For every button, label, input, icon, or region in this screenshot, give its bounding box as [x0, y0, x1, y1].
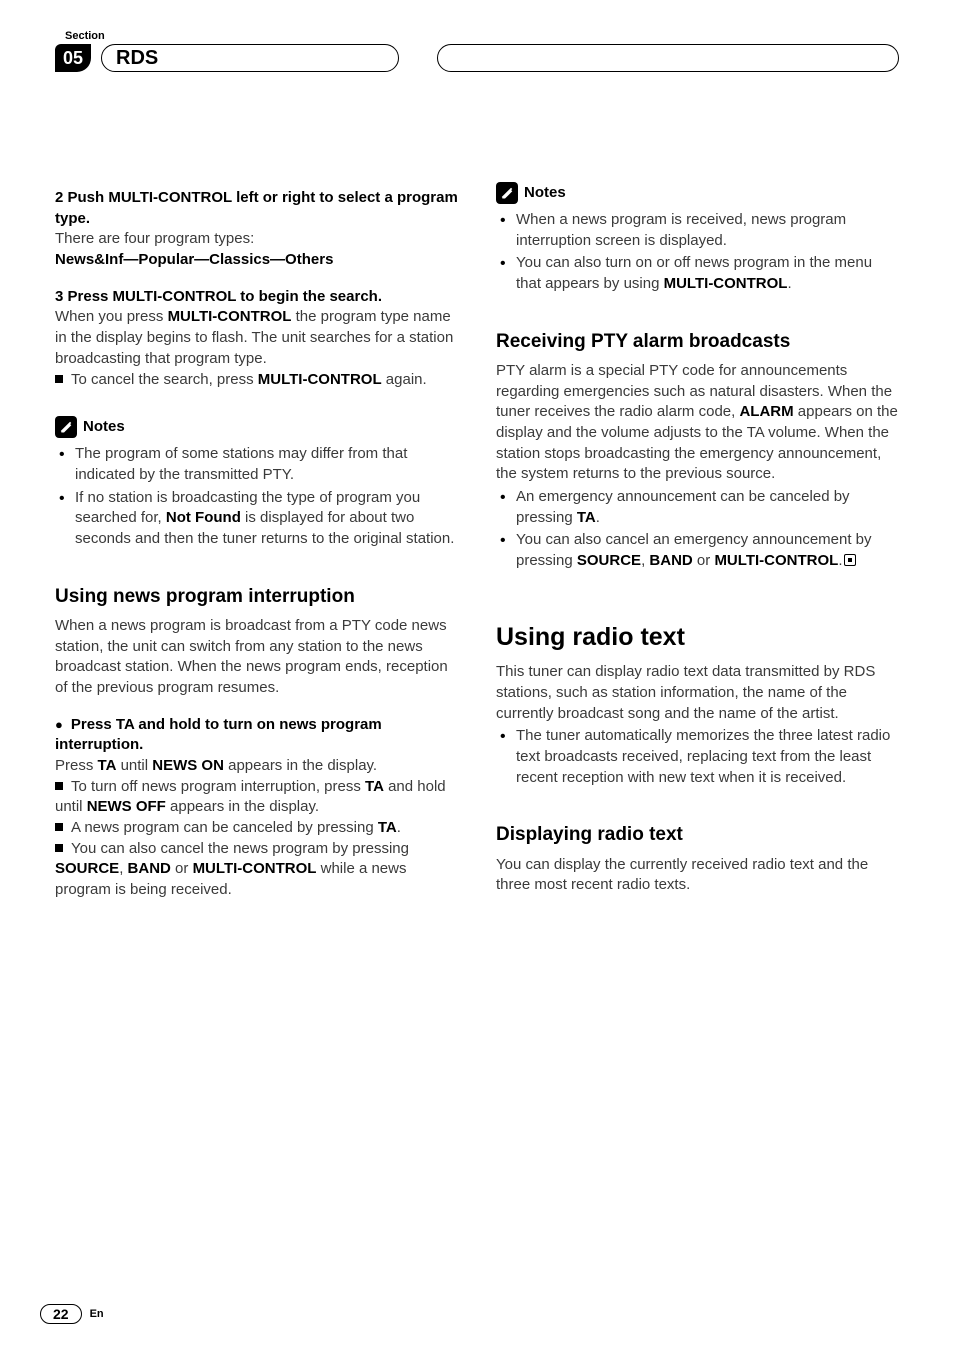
page-number: 22: [40, 1304, 82, 1324]
text-bold: TA: [98, 757, 117, 774]
pencil-icon: [496, 182, 518, 204]
text: .: [838, 552, 842, 569]
text-bold: MULTI-CONTROL: [193, 860, 317, 877]
page-header: 05 RDS: [55, 44, 899, 72]
step3-sub: To cancel the search, press MULTI-CONTRO…: [55, 370, 458, 391]
text: A news program can be canceled by pressi…: [71, 819, 378, 836]
heading-displaying-radio-text: Displaying radio text: [496, 822, 899, 848]
radio-intro: This tuner can display radio text data t…: [496, 662, 899, 724]
note-item: When a news program is received, news pr…: [496, 210, 899, 251]
step3-body: When you press MULTI-CONTROL the program…: [55, 307, 458, 369]
note-item: If no station is broadcasting the type o…: [55, 488, 458, 550]
text-bold: BAND: [649, 552, 692, 569]
step2-types: News&Inf—Popular—Classics—Others: [55, 250, 458, 271]
heading-pty-alarm: Receiving PTY alarm broadcasts: [496, 329, 899, 355]
text-bold: NEWS OFF: [87, 798, 166, 815]
text-bold: MULTI-CONTROL: [664, 275, 788, 292]
square-bullet-icon: [55, 782, 63, 790]
section-label: Section: [65, 30, 899, 42]
display-body: You can display the currently received r…: [496, 855, 899, 896]
text-bold: BAND: [128, 860, 171, 877]
square-bullet-icon: [55, 844, 63, 852]
text-bold: MULTI-CONTROL: [714, 552, 838, 569]
news-sub1: To turn off news program interruption, p…: [55, 777, 458, 818]
text: You can also cancel the news program by …: [71, 840, 409, 857]
text: appears in the display.: [166, 798, 319, 815]
empty-header-tab: [437, 44, 899, 72]
text: until: [116, 757, 152, 774]
text: When you press: [55, 308, 168, 325]
text: To turn off news program interruption, p…: [71, 778, 365, 795]
text-bold: Not Found: [166, 509, 241, 526]
text: An emergency announcement can be cancele…: [516, 488, 850, 526]
pencil-icon: [55, 416, 77, 438]
heading-radio-text: Using radio text: [496, 620, 899, 655]
text-bold: SOURCE: [55, 860, 119, 877]
list-item: You can also cancel an emergency announc…: [496, 530, 899, 571]
news-intro: When a news program is broadcast from a …: [55, 616, 458, 699]
notes-list: When a news program is received, news pr…: [496, 210, 899, 295]
text-bold: TA: [577, 509, 596, 526]
text: appears in the display.: [224, 757, 377, 774]
text: .: [787, 275, 791, 292]
chapter-title: RDS: [116, 47, 158, 70]
news-step-heading: Press TA and hold to turn on news progra…: [55, 715, 458, 756]
chapter-title-tab: RDS: [101, 44, 399, 72]
text-bold: MULTI-CONTROL: [258, 371, 382, 388]
text: .: [397, 819, 401, 836]
right-column: Notes When a news program is received, n…: [496, 182, 899, 901]
list-item: An emergency announcement can be cancele…: [496, 487, 899, 528]
notes-header: Notes: [496, 182, 899, 204]
text: or: [693, 552, 715, 569]
note-item: You can also turn on or off news program…: [496, 253, 899, 294]
text: or: [171, 860, 193, 877]
text-bold: TA: [365, 778, 384, 795]
news-sub3: You can also cancel the news program by …: [55, 839, 458, 901]
note-item: The program of some stations may differ …: [55, 444, 458, 485]
square-bullet-icon: [55, 375, 63, 383]
end-section-icon: [844, 554, 856, 566]
language-label: En: [90, 1308, 104, 1320]
news-step-body: Press TA until NEWS ON appears in the di…: [55, 756, 458, 777]
left-column: 2 Push MULTI-CONTROL left or right to se…: [55, 182, 458, 901]
text: Press: [55, 757, 98, 774]
pty-body: PTY alarm is a special PTY code for anno…: [496, 361, 899, 485]
list-item: The tuner automatically memorizes the th…: [496, 726, 899, 788]
text: To cancel the search, press: [71, 371, 258, 388]
text-bold: NEWS ON: [152, 757, 224, 774]
notes-label: Notes: [83, 417, 125, 438]
text: again.: [382, 371, 427, 388]
notes-header: Notes: [55, 416, 458, 438]
text-bold: ALARM: [739, 403, 793, 420]
step2-body: There are four program types:: [55, 229, 458, 250]
heading-news-interruption: Using news program interruption: [55, 584, 458, 610]
step2-heading: 2 Push MULTI-CONTROL left or right to se…: [55, 188, 458, 229]
text-bold: SOURCE: [577, 552, 641, 569]
radio-list: The tuner automatically memorizes the th…: [496, 726, 899, 788]
text: ,: [119, 860, 127, 877]
notes-label: Notes: [524, 183, 566, 204]
square-bullet-icon: [55, 823, 63, 831]
chapter-number-badge: 05: [55, 44, 91, 72]
step3-heading: 3 Press MULTI-CONTROL to begin the searc…: [55, 287, 458, 308]
pty-list: An emergency announcement can be cancele…: [496, 487, 899, 572]
text: .: [596, 509, 600, 526]
news-sub2: A news program can be canceled by pressi…: [55, 818, 458, 839]
text-bold: MULTI-CONTROL: [168, 308, 292, 325]
notes-list: The program of some stations may differ …: [55, 444, 458, 549]
page-footer: 22 En: [40, 1304, 104, 1324]
text-bold: TA: [378, 819, 397, 836]
